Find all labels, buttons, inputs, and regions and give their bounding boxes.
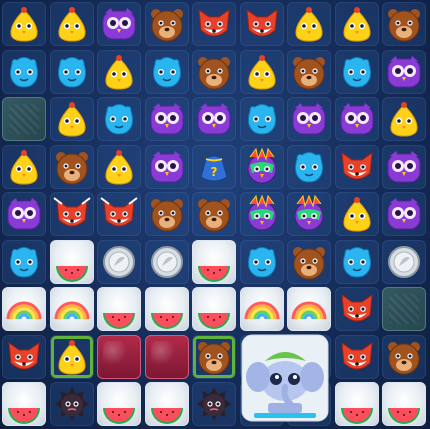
watermelon-icon[interactable] [50, 240, 94, 284]
coin-icon[interactable] [145, 240, 189, 284]
owl-icon[interactable] [382, 50, 426, 94]
watermelon-icon[interactable] [145, 287, 189, 331]
owl-icon[interactable] [97, 2, 141, 46]
owl-icon[interactable] [145, 97, 189, 141]
blob-icon[interactable] [335, 50, 379, 94]
fox-icon[interactable] [335, 335, 379, 379]
owl-icon[interactable] [2, 192, 46, 236]
bear-icon[interactable] [145, 2, 189, 46]
owl-icon[interactable] [192, 97, 236, 141]
bear-icon[interactable] [382, 335, 426, 379]
fox-icon[interactable] [192, 2, 236, 46]
striped-fox-icon[interactable] [50, 192, 94, 236]
spiky-ball-icon[interactable] [50, 382, 94, 426]
rainbow-bird-icon[interactable] [240, 145, 284, 189]
owl-icon[interactable] [335, 97, 379, 141]
blob-icon[interactable] [240, 97, 284, 141]
bear-icon[interactable] [192, 50, 236, 94]
rainbow-icon[interactable] [287, 287, 331, 331]
spiky-ball-icon[interactable] [192, 382, 236, 426]
watermelon-icon[interactable] [335, 382, 379, 426]
bear-icon[interactable] [192, 192, 236, 236]
game-board: ? [0, 0, 430, 429]
jam-block-icon[interactable] [144, 334, 189, 379]
owl-icon[interactable] [382, 145, 426, 189]
chick-icon[interactable] [97, 50, 141, 94]
blob-icon[interactable] [287, 145, 331, 189]
vine-chick-icon[interactable] [50, 335, 94, 379]
chick-icon[interactable] [2, 2, 46, 46]
owl-icon[interactable] [145, 145, 189, 189]
blob-icon[interactable] [240, 240, 284, 284]
coin-icon[interactable] [382, 240, 426, 284]
owl-icon[interactable] [382, 192, 426, 236]
magic-bag-icon[interactable]: ? [192, 145, 236, 189]
watermelon-icon[interactable] [97, 287, 141, 331]
bear-icon[interactable] [287, 240, 331, 284]
blob-icon[interactable] [2, 240, 46, 284]
striped-fox-icon[interactable] [97, 192, 141, 236]
rainbow-bird-icon[interactable] [240, 192, 284, 236]
blob-icon[interactable] [145, 50, 189, 94]
stone-block-icon[interactable] [2, 97, 46, 141]
chick-icon[interactable] [335, 2, 379, 46]
svg-text:?: ? [211, 165, 218, 179]
bear-icon[interactable] [145, 192, 189, 236]
elephant-booster-icon[interactable] [240, 333, 330, 423]
owl-icon[interactable] [287, 97, 331, 141]
blob-icon[interactable] [335, 240, 379, 284]
chick-icon[interactable] [50, 97, 94, 141]
chick-icon[interactable] [287, 2, 331, 46]
chick-icon[interactable] [240, 50, 284, 94]
watermelon-icon[interactable] [382, 382, 426, 426]
watermelon-icon[interactable] [192, 287, 236, 331]
chick-icon[interactable] [382, 97, 426, 141]
bear-icon[interactable] [382, 2, 426, 46]
blob-icon[interactable] [50, 50, 94, 94]
blob-icon[interactable] [97, 97, 141, 141]
stone-block-icon[interactable] [382, 287, 426, 331]
fox-icon[interactable] [335, 287, 379, 331]
coin-icon[interactable] [97, 240, 141, 284]
watermelon-icon[interactable] [2, 382, 46, 426]
blob-icon[interactable] [2, 50, 46, 94]
chick-icon[interactable] [335, 192, 379, 236]
bear-icon[interactable] [287, 50, 331, 94]
jam-block-icon[interactable] [97, 334, 141, 379]
watermelon-icon[interactable] [145, 382, 189, 426]
rainbow-icon[interactable] [2, 287, 46, 331]
fox-icon[interactable] [335, 145, 379, 189]
bear-icon[interactable] [50, 145, 94, 189]
fox-icon[interactable] [2, 335, 46, 379]
rainbow-bird-icon[interactable] [287, 192, 331, 236]
vine-bear-icon[interactable] [192, 335, 236, 379]
rainbow-icon[interactable] [240, 287, 284, 331]
board-grid: ? [0, 0, 430, 429]
chick-icon[interactable] [97, 145, 141, 189]
chick-icon[interactable] [50, 2, 94, 46]
watermelon-icon[interactable] [192, 240, 236, 284]
watermelon-icon[interactable] [97, 382, 141, 426]
chick-icon[interactable] [2, 145, 46, 189]
rainbow-icon[interactable] [50, 287, 94, 331]
fox-icon[interactable] [240, 2, 284, 46]
